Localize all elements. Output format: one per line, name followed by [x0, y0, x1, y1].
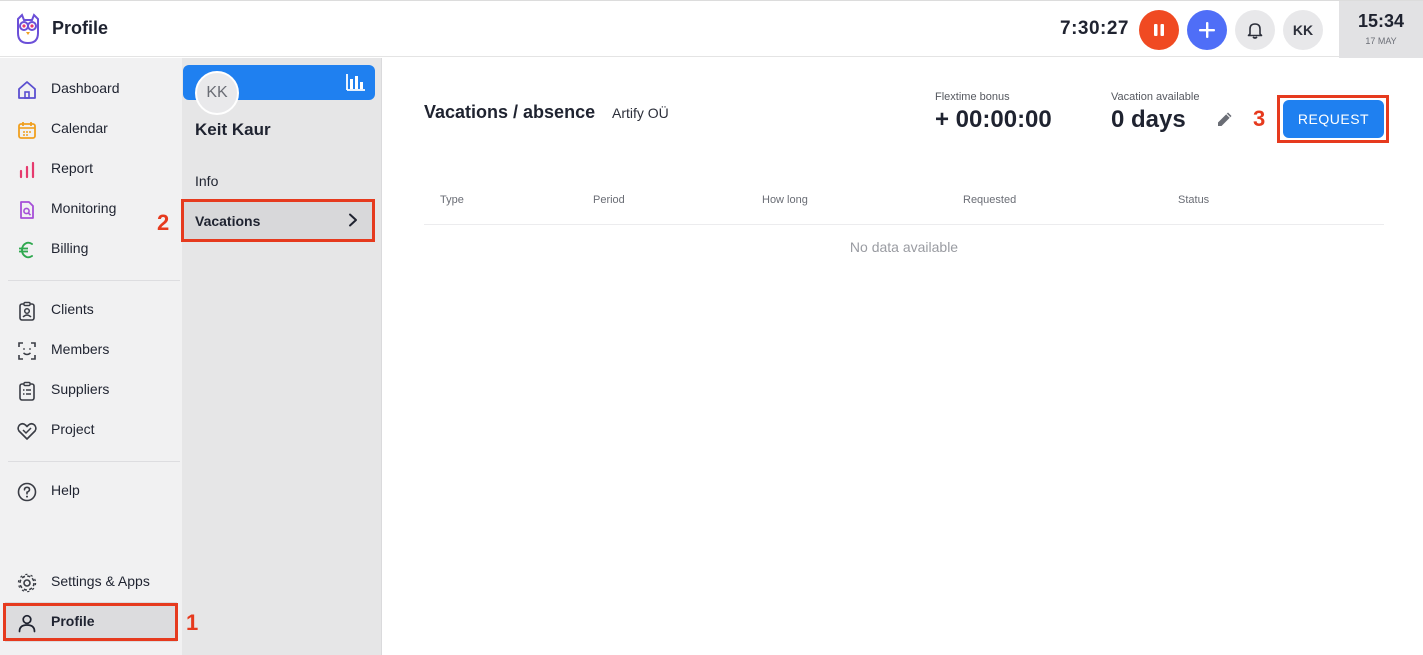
- sidebar-item-label: Dashboard: [51, 80, 120, 96]
- sidebar-divider: [8, 280, 180, 281]
- handshake-icon: [15, 419, 39, 443]
- sidebar-item-settings[interactable]: Settings & Apps: [0, 562, 182, 602]
- step-number-2: 2: [157, 210, 170, 235]
- clock-date: 17 MAY: [1365, 36, 1397, 46]
- sidebar-divider: [8, 461, 180, 462]
- sidebar-item-project[interactable]: Project: [0, 410, 182, 450]
- calendar-icon: [15, 118, 39, 142]
- sidebar-item-members[interactable]: Members: [0, 330, 182, 370]
- clients-icon: [15, 299, 39, 323]
- owl-logo-icon: [17, 13, 39, 45]
- user-avatar-button[interactable]: KK: [1283, 10, 1323, 50]
- sidebar-item-label: Help: [51, 482, 80, 498]
- empty-table-message: No data available: [849, 239, 959, 255]
- bar-chart-icon: [15, 158, 39, 182]
- sidebar-item-help[interactable]: Help: [0, 471, 182, 511]
- flextime-label: Flextime bonus: [935, 91, 1010, 103]
- home-icon: [15, 78, 39, 102]
- pencil-icon[interactable]: [1215, 109, 1235, 129]
- profile-avatar: KK: [195, 71, 239, 115]
- profile-panel: KK Keit Kaur Info Vacations: [182, 58, 382, 655]
- table-header-status[interactable]: Status: [1178, 194, 1209, 206]
- clock-time: 15:34: [1357, 11, 1405, 31]
- clock-widget: 15:34 17 MAY: [1339, 1, 1423, 58]
- sidebar-item-label: Monitoring: [51, 200, 117, 216]
- sidebar-item-suppliers[interactable]: Suppliers: [0, 370, 182, 410]
- add-button[interactable]: [1187, 10, 1227, 50]
- timer-display: 7:30:27: [1060, 18, 1129, 39]
- sidebar-item-label: Billing: [51, 240, 89, 256]
- sidebar-item-monitoring[interactable]: Monitoring: [0, 189, 182, 229]
- table-divider: [424, 224, 1384, 225]
- step-number-3: 3: [1253, 106, 1266, 131]
- pause-timer-button[interactable]: [1139, 10, 1179, 50]
- table-header-period[interactable]: Period: [593, 194, 625, 206]
- sidebar-item-label: Suppliers: [51, 381, 110, 397]
- profile-tab-info[interactable]: Info: [183, 161, 374, 201]
- euro-icon: [15, 238, 39, 262]
- vacation-available-value: 0 days: [1111, 106, 1186, 133]
- plus-icon: [1199, 22, 1215, 38]
- stats-icon[interactable]: [346, 73, 366, 91]
- pause-icon: [1154, 24, 1164, 36]
- step-number-1: 1: [186, 610, 199, 635]
- main-content: Vacations / absence Artify OÜ Flextime b…: [383, 58, 1423, 655]
- sidebar-item-dashboard[interactable]: Dashboard: [0, 69, 182, 109]
- table-header-how-long[interactable]: How long: [762, 194, 808, 206]
- sidebar-item-calendar[interactable]: Calendar: [0, 109, 182, 149]
- sidebar-item-label: Report: [51, 160, 94, 176]
- flextime-value: + 00:00:00: [935, 106, 1052, 133]
- top-bar: Profile 7:30:27 KK 15:34 17 MAY: [0, 0, 1423, 58]
- members-icon: [15, 339, 39, 363]
- highlight-box-vacations: [181, 199, 375, 242]
- monitoring-icon: [15, 198, 39, 222]
- sidebar-item-report[interactable]: Report: [0, 149, 182, 189]
- sidebar-item-billing[interactable]: Billing: [0, 229, 182, 269]
- help-icon: [15, 480, 39, 504]
- section-title: Vacations / absence: [424, 102, 596, 122]
- vacation-available-label: Vacation available: [1111, 91, 1200, 103]
- sidebar-item-label: Members: [51, 341, 110, 357]
- highlight-box-request: [1277, 95, 1389, 143]
- sidebar-item-label: Calendar: [51, 120, 108, 136]
- notifications-button[interactable]: [1235, 10, 1275, 50]
- bell-icon: [1247, 23, 1263, 39]
- table-header-requested[interactable]: Requested: [963, 194, 1016, 206]
- highlight-box-profile: [3, 603, 178, 641]
- clipboard-icon: [15, 379, 39, 403]
- profile-tab-label: Info: [195, 173, 219, 189]
- sidebar-item-label: Clients: [51, 301, 94, 317]
- gear-icon: [15, 571, 39, 595]
- sidebar-item-clients[interactable]: Clients: [0, 290, 182, 330]
- company-name: Artify OÜ: [612, 105, 669, 121]
- table-header-type[interactable]: Type: [440, 194, 464, 206]
- sidebar-item-label: Settings & Apps: [51, 573, 150, 589]
- sidebar-item-label: Project: [51, 421, 95, 437]
- profile-name: Keit Kaur: [195, 120, 271, 139]
- page-title: Profile: [52, 18, 109, 38]
- sidebar: Dashboard Calendar Report Monitoring Bil…: [0, 58, 182, 655]
